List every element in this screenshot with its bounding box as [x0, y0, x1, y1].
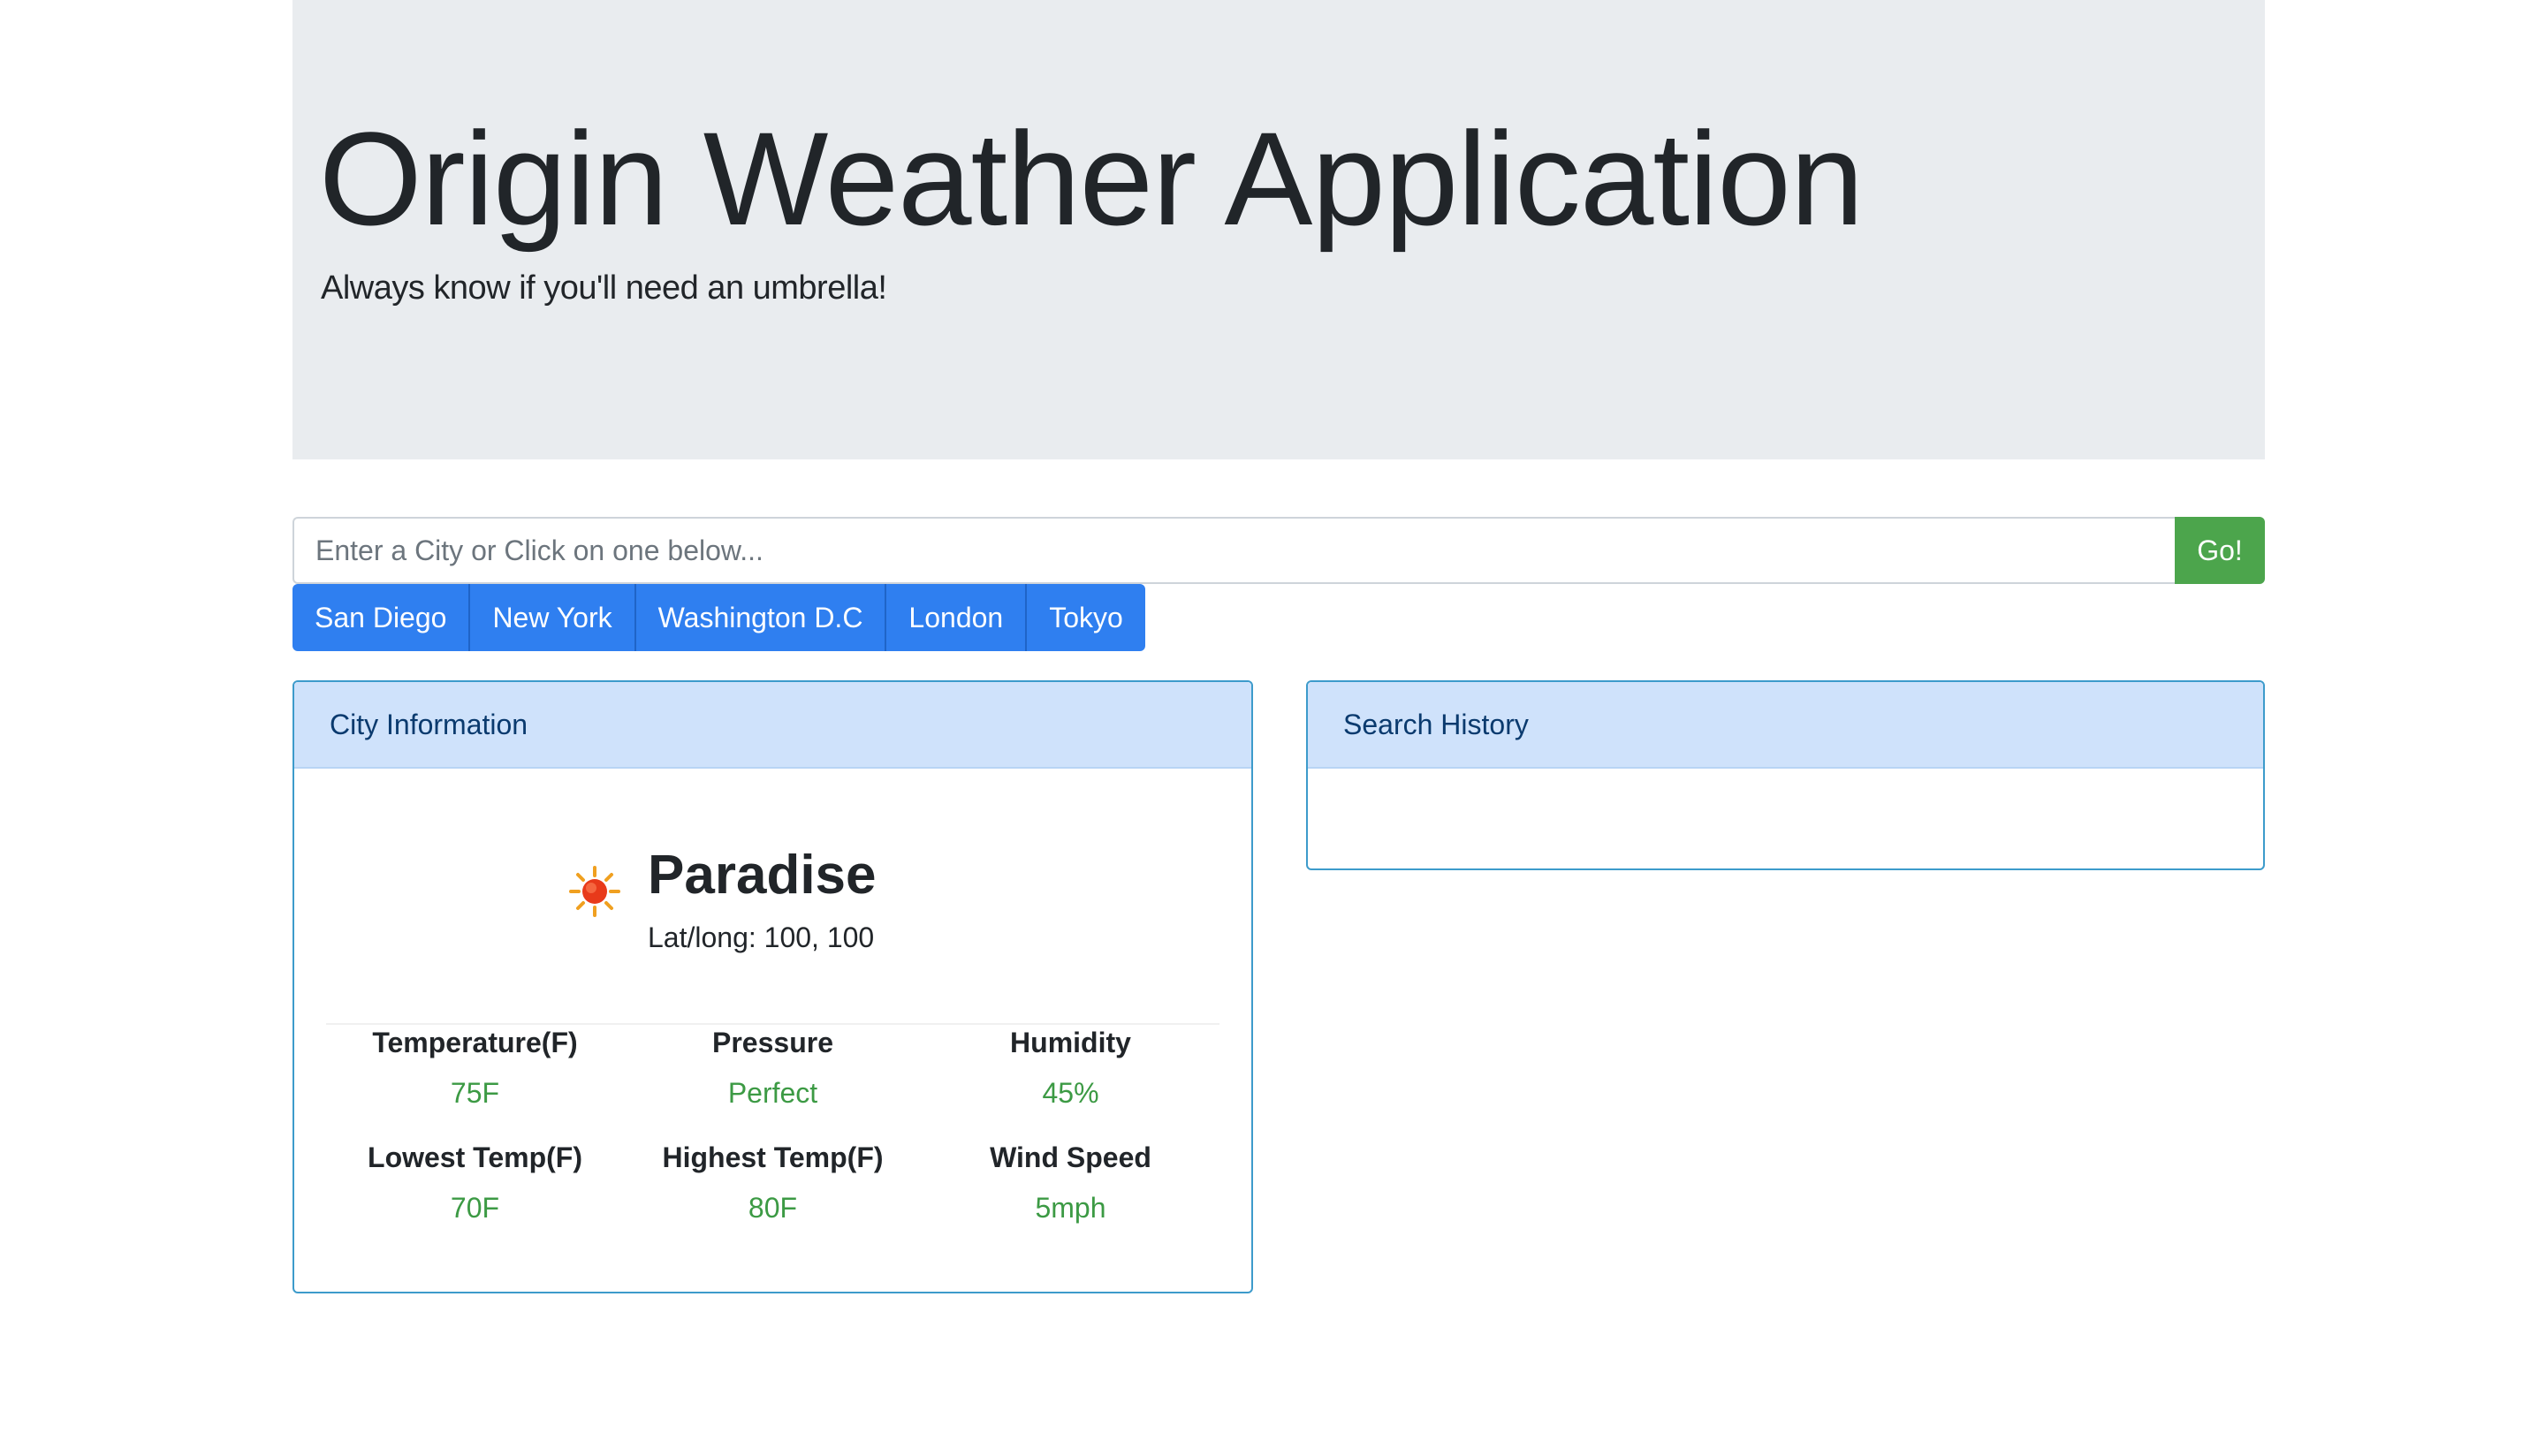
stat-value: 70F [450, 1192, 500, 1224]
sun-icon [569, 866, 620, 917]
stat-highest-temp: Highest Temp(F) 80F [624, 1140, 922, 1255]
stat-temperature: Temperature(F) 75F [326, 1025, 624, 1140]
jumbotron: Origin Weather Application Always know i… [292, 0, 2265, 459]
stat-value: 75F [450, 1077, 500, 1109]
quick-city-button-group: San Diego New York Washington D.C London… [292, 584, 1145, 651]
stat-humidity: Humidity 45% [922, 1025, 1219, 1140]
city-summary: Paradise Lat/long: 100, 100 [568, 845, 877, 954]
search-history-header: Search History [1308, 682, 2263, 769]
stat-label: Pressure [712, 1027, 833, 1058]
page-container: Origin Weather Application Always know i… [292, 0, 2265, 1293]
stat-value: 5mph [1035, 1192, 1106, 1224]
page-title: Origin Weather Application [319, 104, 1864, 253]
stat-label: Highest Temp(F) [662, 1141, 884, 1173]
city-name: Paradise [648, 845, 877, 906]
search-bar: Go! [292, 517, 2265, 584]
city-button-san-diego[interactable]: San Diego [292, 584, 471, 651]
go-button[interactable]: Go! [2175, 517, 2265, 584]
stat-label: Wind Speed [990, 1141, 1151, 1173]
city-button-london[interactable]: London [886, 584, 1028, 651]
stat-value: Perfect [727, 1077, 818, 1109]
city-button-new-york[interactable]: New York [470, 584, 636, 651]
city-search-input[interactable] [292, 517, 2175, 584]
stat-label: Humidity [1010, 1027, 1131, 1058]
city-information-card: City Information Paradise Lat/long: 100,… [292, 680, 1253, 1293]
stat-value: 80F [748, 1192, 798, 1224]
stat-pressure: Pressure Perfect [624, 1025, 922, 1140]
stat-wind-speed: Wind Speed 5mph [922, 1140, 1219, 1255]
weather-stats-grid: Temperature(F) 75F Pressure Perfect Humi… [326, 1025, 1219, 1255]
stat-label: Lowest Temp(F) [368, 1141, 582, 1173]
search-history-card: Search History [1306, 680, 2265, 870]
stat-lowest-temp: Lowest Temp(F) 70F [326, 1140, 624, 1255]
city-button-washington-dc[interactable]: Washington D.C [635, 584, 887, 651]
page-subtitle: Always know if you'll need an umbrella! [321, 269, 887, 307]
city-latlong: Lat/long: 100, 100 [648, 921, 875, 954]
city-information-header: City Information [294, 682, 1251, 769]
city-text: Paradise Lat/long: 100, 100 [648, 845, 877, 954]
stat-label: Temperature(F) [372, 1027, 578, 1058]
stat-value: 45% [1042, 1077, 1099, 1109]
city-button-tokyo[interactable]: Tokyo [1027, 584, 1145, 651]
